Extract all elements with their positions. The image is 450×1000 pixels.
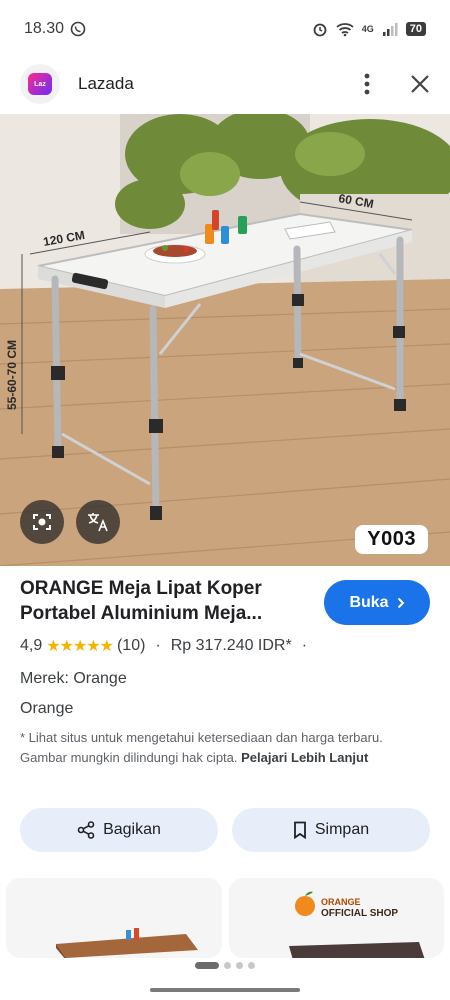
related-result-card[interactable]: [6, 878, 222, 958]
page-indicator-active: [195, 961, 219, 969]
lazada-logo-text: Laz: [34, 80, 46, 88]
app-header: Laz Lazada: [0, 58, 450, 110]
lens-icon: [33, 514, 51, 530]
chevron-right-icon: [397, 597, 404, 608]
shop-name-line2: OFFICIAL SHOP: [321, 908, 399, 919]
page-indicator: [236, 961, 243, 969]
share-button[interactable]: Bagikan: [20, 808, 218, 852]
share-icon: [77, 821, 95, 839]
pagination-dots: [0, 958, 450, 972]
title-row: ORANGE Meja Lipat Koper Portabel Alumini…: [20, 576, 430, 626]
product-title[interactable]: ORANGE Meja Lipat Koper Portabel Alumini…: [20, 576, 310, 626]
share-button-label: Bagikan: [103, 821, 161, 838]
open-button-label: Buka: [349, 593, 389, 611]
brand-line: Merek: Orange: [20, 670, 127, 687]
shop-name: ORANGE OFFICIAL SHOP: [321, 896, 398, 920]
save-button-label: Simpan: [314, 821, 370, 838]
lazada-logo: Laz: [20, 64, 60, 104]
signal-icon: [382, 23, 398, 36]
rating-row: 4,9 ★★★★★ (10) · Rp 317.240 IDR* ·: [20, 636, 313, 656]
related-shop-card[interactable]: ORANGE OFFICIAL SHOP: [229, 878, 444, 958]
translate-button[interactable]: [76, 500, 120, 544]
product-photo: 120 CM 60 CM 55-60-70 CM: [0, 114, 450, 566]
save-button[interactable]: Simpan: [232, 808, 430, 852]
separator-dot-2: ·: [301, 637, 308, 654]
more-vert-icon[interactable]: [364, 73, 370, 95]
close-icon[interactable]: [410, 74, 430, 94]
product-image[interactable]: 120 CM 60 CM 55-60-70 CM Y003: [0, 114, 450, 566]
status-bar: 18.30 4G 70: [0, 0, 450, 58]
action-row: Bagikan Simpan: [20, 808, 430, 852]
review-count: (10): [116, 637, 146, 654]
lens-button[interactable]: [20, 500, 64, 544]
rating-value: 4,9: [20, 637, 43, 654]
star-rating-icon: ★★★★★: [46, 638, 114, 655]
disclaimer: * Lihat situs untuk mengetahui ketersedi…: [20, 728, 430, 768]
whatsapp-icon: [70, 21, 86, 37]
alarm-icon: [313, 23, 327, 37]
product-code-label: Y003: [355, 525, 428, 554]
page-indicator: [224, 961, 231, 969]
shop-product-thumbnail: [289, 942, 425, 958]
price: Rp 317.240 IDR*: [170, 637, 292, 654]
learn-more-link[interactable]: Pelajari Lebih Lanjut: [241, 750, 368, 765]
status-time: 18.30: [24, 20, 65, 37]
battery-icon: 70: [405, 22, 426, 36]
related-product-thumbnail: [56, 928, 198, 958]
separator-dot: ·: [155, 637, 161, 654]
page-indicator: [248, 961, 255, 969]
open-button[interactable]: Buka: [324, 580, 430, 625]
dimension-height: 55-60-70 CM: [5, 340, 19, 410]
wifi-icon: [336, 23, 354, 37]
app-name: Lazada: [78, 74, 134, 93]
seller-line: Orange: [20, 700, 74, 717]
network-type: 4G: [361, 24, 374, 34]
bookmark-icon: [293, 821, 306, 839]
shop-name-line1: ORANGE: [321, 897, 361, 907]
translate-icon: [88, 513, 108, 532]
gesture-home-bar[interactable]: [150, 988, 300, 992]
